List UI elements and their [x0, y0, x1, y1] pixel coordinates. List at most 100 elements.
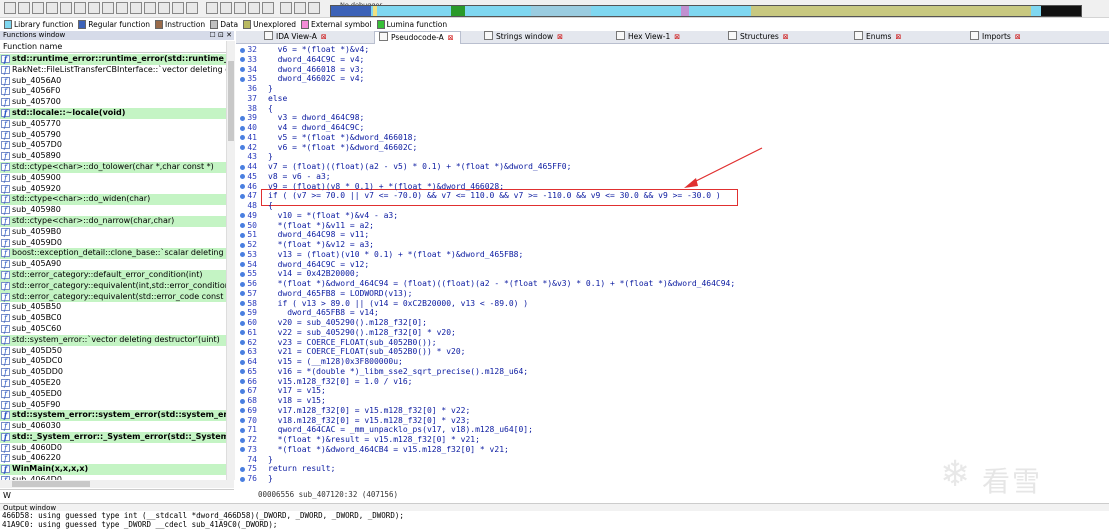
tab-close-icon[interactable]: ⊠	[448, 34, 454, 42]
save-icon[interactable]	[18, 2, 30, 14]
breakpoint-dot-icon[interactable]	[240, 340, 245, 345]
tab-close-icon[interactable]: ⊠	[895, 33, 901, 41]
pseudocode-view[interactable]: 32 v6 = *(float *)&v4; 33 dword_464C9C = …	[236, 44, 1106, 487]
function-list-item[interactable]: f sub_405770	[0, 119, 226, 130]
down-arrow-icon[interactable]	[144, 2, 156, 14]
breakpoint-dot-icon[interactable]	[240, 408, 245, 414]
function-list-item[interactable]: f boost::exception_detail::clone_base::`s…	[0, 248, 226, 260]
breakpoint-dot-icon[interactable]	[240, 262, 245, 267]
code-line[interactable]: 44 v7 = (float)((float)(a2 - v5) * 0.1) +…	[236, 162, 1096, 172]
function-list-item[interactable]: f sub_405E20	[0, 378, 226, 389]
function-list-item[interactable]: f sub_405DC0	[0, 356, 226, 367]
functions-vertical-scrollbar[interactable]	[226, 41, 235, 480]
function-list-item[interactable]: f std::error_category::equivalent(std::er…	[0, 291, 226, 303]
code-line[interactable]: 72 *(float *)&result = v15.m128_f32[0] *…	[236, 435, 1096, 445]
function-list-item[interactable]: f std::ctype<char>::do_tolower(char *,cha…	[0, 161, 226, 173]
breakpoint-dot-icon[interactable]	[240, 310, 245, 316]
function-name-column-header[interactable]: Function name	[0, 41, 234, 53]
tab-close-icon[interactable]: ⊠	[674, 33, 680, 41]
tab-close-icon[interactable]: ⊠	[321, 33, 327, 41]
function-list-item[interactable]: f std::_System_error::_System_error(std::…	[0, 431, 226, 443]
record-icon[interactable]	[186, 2, 198, 14]
play-icon[interactable]	[280, 2, 292, 14]
code-line[interactable]: 36}	[236, 84, 1096, 94]
function-list-item[interactable]: f sub_406030	[0, 421, 226, 432]
tab-ida-view-a[interactable]: IDA View-A ⊠	[260, 31, 331, 43]
code-line[interactable]: 64 v15 = (__m128)0x3F800000u;	[236, 357, 1096, 367]
tab-close-icon[interactable]: ⊠	[783, 33, 789, 41]
diamond-icon[interactable]	[158, 2, 170, 14]
code-line[interactable]: 70 v18.m128_f32[0] = v15.m128_f32[0] * v…	[236, 416, 1096, 426]
open-icon[interactable]	[4, 2, 16, 14]
code-line[interactable]: 49 v10 = *(float *)&v4 - a3;	[236, 211, 1096, 221]
code-line[interactable]: 57 dword_465FB8 = LODWORD(v13);	[236, 289, 1096, 299]
enum-icon[interactable]	[130, 2, 142, 14]
xrefs-icon[interactable]	[262, 2, 274, 14]
breakpoint-dot-icon[interactable]	[240, 398, 245, 404]
code-line[interactable]: 51 dword_464C98 = v11;	[236, 230, 1096, 240]
breakpoint-dot-icon[interactable]	[240, 476, 245, 482]
function-list-item[interactable]: f sub_405890	[0, 151, 226, 162]
code-line[interactable]: 40 v4 = dword_464C9C;	[236, 123, 1096, 133]
function-list-item[interactable]: f sub_4059D0	[0, 238, 226, 249]
breakpoint-dot-icon[interactable]	[240, 427, 245, 433]
function-list-item[interactable]: f std::locale::~locale(void)	[0, 107, 226, 119]
breakpoint-dot-icon[interactable]	[240, 330, 245, 336]
tab-close-icon[interactable]: ⊠	[557, 33, 563, 41]
hex-icon[interactable]	[102, 2, 114, 14]
function-list-item[interactable]: f sub_4056A0	[0, 76, 226, 87]
breakpoint-dot-icon[interactable]	[240, 418, 245, 423]
function-list-item[interactable]: f std::system_error::system_error(std::sy…	[0, 410, 226, 422]
code-line[interactable]: 62 v23 = COERCE_FLOAT(sub_4052B0());	[236, 338, 1096, 348]
struct-icon[interactable]	[116, 2, 128, 14]
tab-strings-window[interactable]: Strings window ⊠	[480, 31, 567, 43]
names-icon[interactable]	[220, 2, 232, 14]
function-list-item[interactable]: f sub_406220	[0, 453, 226, 464]
breakpoint-dot-icon[interactable]	[240, 369, 245, 375]
function-list-item[interactable]: f sub_405920	[0, 184, 226, 195]
code-line[interactable]: 67 v17 = v15;	[236, 386, 1096, 396]
breakpoint-dot-icon[interactable]	[240, 388, 245, 394]
breakpoint-dot-icon[interactable]	[240, 67, 245, 72]
breakpoint-dot-icon[interactable]	[240, 145, 245, 150]
tab-close-icon[interactable]: ⊠	[1015, 33, 1021, 41]
check-icon[interactable]	[172, 2, 184, 14]
code-line[interactable]: 52 *(float *)&v12 = a3;	[236, 240, 1096, 250]
functions-icon[interactable]	[234, 2, 246, 14]
function-list-item[interactable]: f sub_405C60	[0, 324, 226, 335]
code-line[interactable]: 35 dword_46602C = v4;	[236, 74, 1096, 84]
breakpoint-dot-icon[interactable]	[240, 447, 245, 453]
function-list-item[interactable]: f sub_4056F0	[0, 86, 226, 97]
code-line[interactable]: 71 qword_464CAC = _mm_unpacklo_ps(v17, v…	[236, 425, 1096, 435]
code-line[interactable]: 61 v22 = sub_405290().m128_f32[0] * v20;	[236, 328, 1096, 338]
list-icon[interactable]	[74, 2, 86, 14]
code-line[interactable]: 58 if ( v13 > 89.0 || (v14 = 0xC2B20000,…	[236, 299, 1096, 309]
code-line[interactable]: 56 *(float *)&dword_464C94 = (float)((fl…	[236, 279, 1096, 289]
code-line[interactable]: 37 else	[236, 94, 1096, 104]
function-list-item[interactable]: f sub_405ED0	[0, 389, 226, 400]
breakpoint-dot-icon[interactable]	[240, 193, 245, 199]
breakpoint-dot-icon[interactable]	[240, 223, 245, 228]
pause-icon[interactable]	[294, 2, 306, 14]
code-line[interactable]: 59 dword_465FB8 = v14;	[236, 308, 1096, 318]
tab-pseudocode-a[interactable]: Pseudocode-A ⊠	[374, 31, 461, 44]
functions-horizontal-scrollbar[interactable]	[0, 480, 234, 488]
breakpoint-dot-icon[interactable]	[240, 291, 245, 297]
function-list-item[interactable]: f sub_405790	[0, 130, 226, 141]
breakpoint-dot-icon[interactable]	[240, 164, 245, 170]
code-line[interactable]: 41 v5 = *(float *)&dword_466018;	[236, 133, 1096, 143]
window-controls[interactable]: ☐ ⊡ ✕	[210, 31, 232, 40]
function-list-item[interactable]: f std::system_error::`vector deleting des…	[0, 334, 226, 346]
breakpoint-dot-icon[interactable]	[240, 281, 245, 287]
breakpoint-dot-icon[interactable]	[240, 271, 245, 277]
breakpoint-dot-icon[interactable]	[240, 184, 245, 189]
breakpoint-dot-icon[interactable]	[240, 349, 245, 355]
function-list-item[interactable]: f std::ctype<char>::do_narrow(char,char)	[0, 215, 226, 227]
function-list-item[interactable]: f sub_405B50	[0, 302, 226, 313]
code-line[interactable]: 69 v17.m128_f32[0] = v15.m128_f32[0] * v…	[236, 406, 1096, 416]
breakpoint-dot-icon[interactable]	[240, 320, 245, 326]
code-line[interactable]: 65 v16 = *(double *)_libm_sse2_sqrt_prec…	[236, 367, 1096, 377]
function-list-item[interactable]: f RakNet::FileListTransferCBInterface::`v…	[0, 65, 226, 76]
code-line[interactable]: 53 v13 = (float)(v10 * 0.1) + *(float *)…	[236, 250, 1096, 260]
function-list-item[interactable]: f sub_405900	[0, 173, 226, 184]
